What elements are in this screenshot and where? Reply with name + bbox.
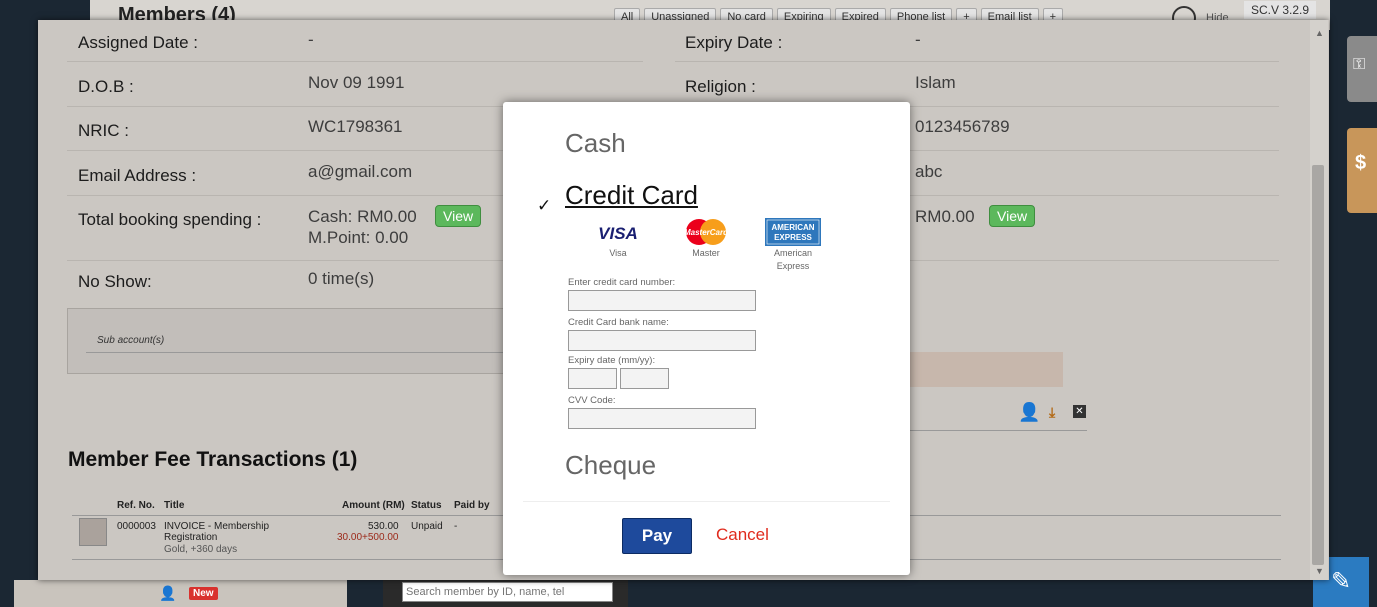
dob-value: Nov 09 1991 [308, 73, 405, 92]
col-status: Status [411, 500, 442, 511]
person-icon: 👤 [159, 585, 177, 601]
cvv-label: CVV Code: [568, 395, 616, 406]
spending-cash: Cash: RM0.00 [308, 207, 417, 226]
row-divider [675, 61, 1279, 62]
cancel-button[interactable]: Cancel [716, 525, 769, 545]
payment-method-cash[interactable]: Cash [565, 128, 626, 159]
religion-value: Islam [915, 73, 956, 92]
expiry-month-input[interactable] [568, 368, 617, 389]
visa-caption: Visa [609, 248, 627, 258]
payment-method-cheque[interactable]: Cheque [565, 450, 656, 481]
card-number-input[interactable] [568, 290, 756, 311]
contact-value: 0123456789 [915, 117, 1010, 136]
col-ref-no: Ref. No. [117, 500, 155, 511]
mastercard-logo[interactable]: MasterCard [678, 218, 734, 246]
view-spending-button[interactable]: View [435, 205, 482, 227]
row-paid-by: - [454, 521, 458, 532]
email-value: a@gmail.com [308, 162, 413, 181]
pencil-icon: ✎ [1330, 568, 1352, 595]
member-search-bar [383, 580, 628, 607]
payment-modal: Cash ✓ Credit Card VISA Visa MasterCard … [503, 102, 910, 575]
visa-logo[interactable]: VISA [590, 218, 646, 246]
member-search-input[interactable] [402, 582, 613, 602]
svg-text:MasterCard: MasterCard [684, 228, 729, 237]
row-status: Unpaid [411, 521, 443, 532]
dollar-icon: $ [1355, 152, 1367, 174]
expiry-label: Expiry date (mm/yy): [568, 355, 656, 366]
nric-label: NRIC : [78, 121, 129, 140]
download-icon[interactable]: ⤓ [1049, 404, 1055, 421]
key-icon: ⚿ [1353, 56, 1366, 73]
side-tab-payment[interactable]: $ [1347, 128, 1377, 213]
row-title-line2: Registration [164, 532, 218, 543]
religion-label: Religion : [685, 77, 756, 96]
close-icon[interactable]: ✕ [1073, 405, 1086, 418]
svg-text:EXPRESS: EXPRESS [774, 233, 812, 242]
user-icon[interactable]: 👤 [1018, 402, 1040, 423]
version-badge: SC.V 3.2.9 [1244, 1, 1317, 19]
expiry-date-label: Expiry Date : [685, 33, 783, 52]
side-tab-key[interactable]: ⚿ [1347, 36, 1377, 102]
modal-divider [523, 501, 890, 502]
row-divider [67, 61, 643, 62]
row-amount: 530.00 [368, 521, 399, 532]
row-ref: 0000003 [117, 521, 156, 532]
row-title-line3: Gold, +360 days [164, 544, 238, 555]
transactions-title: Member Fee Transactions (1) [68, 448, 358, 471]
sub-accounts-divider [86, 352, 506, 353]
spending-label: Total booking spending : [78, 210, 262, 229]
sub-accounts-panel: Sub account(s) [67, 308, 509, 374]
nric-value: WC1798361 [308, 117, 403, 136]
svg-text:VISA: VISA [598, 224, 638, 243]
scroll-thumb[interactable] [1312, 165, 1324, 565]
row-thumbnail[interactable] [79, 518, 107, 546]
noshow-value: 0 time(s) [308, 269, 375, 288]
mailing-value: abc [915, 162, 943, 181]
col-paid-by: Paid by [454, 500, 490, 511]
assigned-date-value: - [308, 30, 314, 49]
pay-button[interactable]: Pay [622, 518, 692, 554]
view-fee-button[interactable]: View [989, 205, 1036, 227]
svg-text:AMERICAN: AMERICAN [771, 223, 814, 232]
bank-name-label: Credit Card bank name: [568, 317, 669, 328]
col-amount: Amount (RM) [342, 500, 405, 511]
bank-name-input[interactable] [568, 330, 756, 351]
amex-logo[interactable]: AMERICAN EXPRESS [765, 218, 821, 246]
scroll-down-icon[interactable]: ▼ [1315, 566, 1324, 576]
right-panel-divider [910, 430, 1087, 431]
row-title-line1: INVOICE - Membership [164, 521, 270, 532]
cvv-input[interactable] [568, 408, 756, 429]
spending-points: M.Point: 0.00 [308, 228, 409, 247]
col-title: Title [164, 500, 185, 511]
card-number-label: Enter credit card number: [568, 277, 676, 288]
mastercard-caption: Master [692, 248, 720, 258]
expiry-date-value: - [915, 30, 921, 49]
new-badge: New [189, 587, 218, 600]
scroll-up-icon[interactable]: ▲ [1315, 28, 1324, 38]
checkmark-icon: ✓ [537, 196, 552, 215]
email-label: Email Address : [78, 166, 197, 185]
fee-value: RM0.00 [915, 207, 975, 226]
noshow-label: No Show: [78, 272, 152, 291]
expiry-year-input[interactable] [620, 368, 669, 389]
amex-caption: American Express [773, 248, 812, 271]
new-member-tab[interactable]: 👤 New [14, 580, 347, 607]
sub-accounts-label: Sub account(s) [97, 335, 165, 346]
row-amount-breakdown: 30.00+500.00 [337, 532, 399, 543]
payment-method-credit-card[interactable]: Credit Card [565, 180, 698, 211]
assigned-date-label: Assigned Date : [78, 33, 199, 52]
dob-label: D.O.B : [78, 77, 134, 96]
